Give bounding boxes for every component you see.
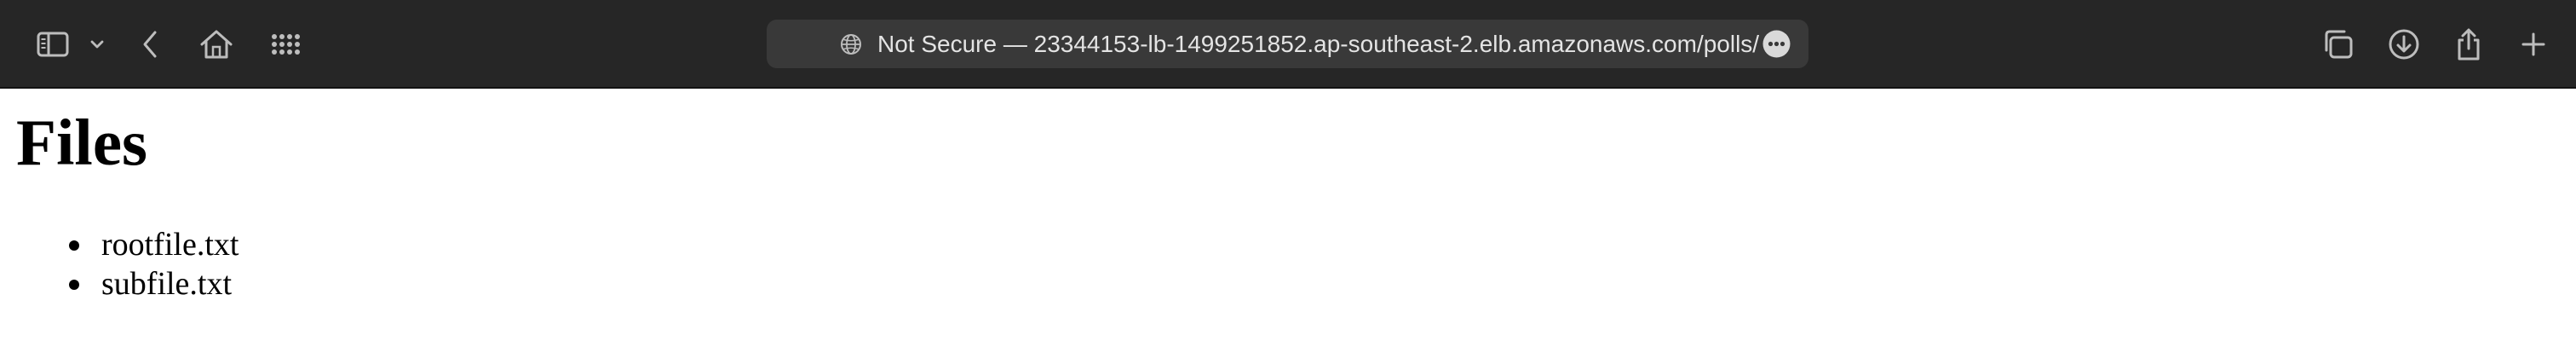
bullet-icon [69, 280, 79, 290]
back-icon [141, 30, 158, 59]
tab-overview-button[interactable] [2319, 19, 2356, 70]
share-button[interactable] [2450, 19, 2487, 70]
browser-toolbar: Not Secure — 23344153-lb-1499251852.ap-s… [0, 0, 2576, 89]
new-tab-button[interactable] [2515, 19, 2552, 70]
bullet-icon [69, 240, 79, 251]
grid-icon [271, 33, 302, 55]
address-text: Not Secure — 23344153-lb-1499251852.ap-s… [877, 31, 1760, 57]
chevron-down-icon [89, 39, 105, 49]
file-name: rootfile.txt [101, 227, 239, 263]
file-name: subfile.txt [101, 266, 233, 302]
start-page-button[interactable] [269, 19, 303, 70]
more-icon[interactable] [1762, 30, 1791, 58]
sidebar-icon [37, 32, 69, 57]
new-tab-icon [2521, 32, 2546, 57]
share-icon [2454, 27, 2483, 61]
home-icon [199, 29, 233, 60]
page-content: Files rootfile.txt subfile.txt [0, 89, 2576, 341]
back-button[interactable] [136, 19, 164, 70]
sidebar-menu-button[interactable] [85, 19, 109, 70]
address-bar[interactable]: Not Secure — 23344153-lb-1499251852.ap-s… [767, 20, 1808, 68]
list-item: subfile.txt [0, 264, 239, 303]
sidebar-toggle-button[interactable] [34, 19, 72, 70]
tabs-overview-icon [2321, 29, 2354, 60]
globe-icon [840, 33, 862, 60]
home-button[interactable] [196, 19, 237, 70]
page-title: Files [16, 106, 147, 179]
download-icon [2388, 28, 2420, 61]
file-list: rootfile.txt subfile.txt [0, 225, 239, 303]
list-item: rootfile.txt [0, 225, 239, 264]
downloads-button[interactable] [2385, 19, 2423, 70]
